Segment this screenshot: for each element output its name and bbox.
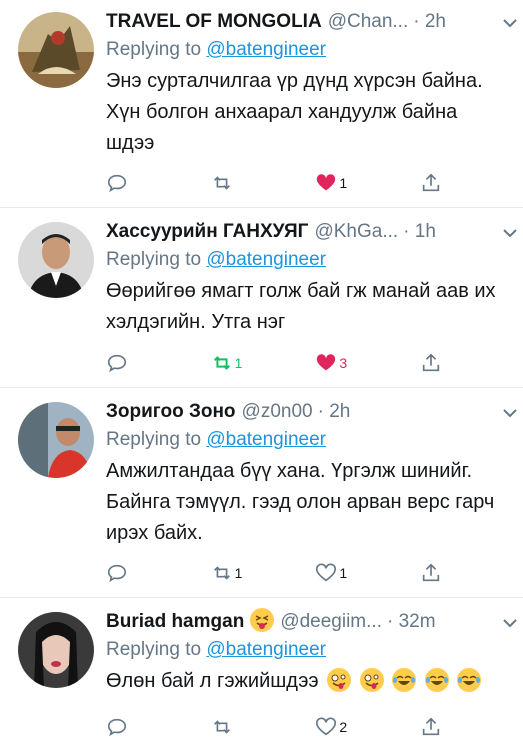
- share-button[interactable]: [420, 170, 446, 196]
- retweet-count: 1: [234, 355, 243, 371]
- share-icon: [422, 353, 440, 372]
- tweet-text-row: Өлөн бай л гэжийшдээ: [106, 666, 511, 697]
- timestamp[interactable]: · 2h: [413, 11, 446, 33]
- zany-face-emoji: [327, 667, 352, 692]
- tears-of-joy-emoji: [457, 667, 482, 692]
- reply-button[interactable]: [106, 170, 176, 196]
- replying-prefix: Replying to: [106, 429, 202, 450]
- replying-prefix: Replying to: [106, 639, 202, 660]
- squinting-tongue-emoji: [250, 608, 275, 632]
- share-icon: [422, 563, 440, 582]
- tweet-text: Амжилтандаа бүү хана. Үргэлж шинийг. Бай…: [106, 460, 495, 544]
- share-button[interactable]: [420, 714, 446, 740]
- avatar[interactable]: [18, 612, 94, 688]
- like-icon: [317, 354, 336, 371]
- chevron-down-icon[interactable]: [501, 614, 519, 632]
- tweet[interactable]: TRAVEL OF MONGOLIA @Chan... · 2h Replyin…: [0, 0, 523, 208]
- tweet-actions: 1: [106, 170, 446, 196]
- user-handle[interactable]: @deegiim...: [280, 611, 382, 633]
- avatar[interactable]: [18, 222, 94, 298]
- like-count: 3: [339, 355, 348, 371]
- replying-prefix: Replying to: [106, 39, 202, 60]
- reply-icon: [107, 354, 127, 373]
- tweet[interactable]: Хассуурийн ГАНХУЯГ @KhGa... · 1h Replyin…: [0, 208, 523, 388]
- retweet-button[interactable]: 1: [211, 560, 281, 586]
- tweet-actions: 1 1: [106, 560, 446, 586]
- display-name[interactable]: TRAVEL OF MONGOLIA: [106, 11, 322, 33]
- tweet-actions: 1 3: [106, 350, 446, 376]
- replying-to: Replying to @batengineer: [106, 38, 511, 62]
- replying-to: Replying to @batengineer: [106, 428, 511, 452]
- tweet[interactable]: Зоригоо Зоно @z0n00 · 2h Replying to @ba…: [0, 388, 523, 598]
- avatar[interactable]: [18, 402, 94, 478]
- reply-button[interactable]: [106, 350, 176, 376]
- retweet-icon: [213, 720, 230, 734]
- like-icon: [316, 717, 337, 736]
- reply-button[interactable]: [106, 560, 176, 586]
- share-button[interactable]: [420, 350, 446, 376]
- retweet-button[interactable]: [211, 714, 281, 740]
- like-count: 1: [339, 565, 348, 581]
- display-name[interactable]: Зоригоо Зоно: [106, 401, 236, 423]
- tweet-header: TRAVEL OF MONGOLIA @Chan... · 2h: [106, 8, 511, 36]
- mention-link[interactable]: @batengineer: [206, 639, 326, 660]
- like-icon: [317, 174, 336, 191]
- tweet-actions: 2: [106, 714, 446, 740]
- tweet-header: Зоригоо Зоно @z0n00 · 2h: [106, 398, 511, 426]
- retweet-icon: [213, 356, 230, 370]
- mention-link[interactable]: @batengineer: [206, 249, 326, 270]
- retweet-count: 1: [234, 565, 243, 581]
- like-count: 1: [339, 175, 348, 191]
- tears-of-joy-emoji: [392, 667, 417, 692]
- mention-link[interactable]: @batengineer: [206, 39, 326, 60]
- zany-face-emoji: [359, 667, 384, 692]
- display-name[interactable]: Buriad hamgan: [106, 611, 244, 633]
- like-button[interactable]: 1: [315, 560, 385, 586]
- chevron-down-icon[interactable]: [501, 14, 519, 32]
- replying-to: Replying to @batengineer: [106, 248, 511, 272]
- replying-to: Replying to @batengineer: [106, 638, 511, 662]
- reply-icon: [107, 718, 127, 737]
- like-button[interactable]: 3: [315, 350, 385, 376]
- user-handle[interactable]: @z0n00: [242, 401, 313, 423]
- chevron-down-icon[interactable]: [501, 224, 519, 242]
- share-button[interactable]: [420, 560, 446, 586]
- mention-link[interactable]: @batengineer: [206, 429, 326, 450]
- tweet-text: Өлөн бай л гэжийшдээ: [106, 670, 319, 692]
- retweet-button[interactable]: [211, 170, 281, 196]
- avatar[interactable]: [18, 12, 94, 88]
- like-icon: [316, 563, 337, 582]
- like-count: 2: [339, 719, 348, 735]
- reply-icon: [107, 564, 127, 583]
- tweet[interactable]: Buriad hamgan @deegiim... · 32m Replying…: [0, 598, 523, 747]
- reply-icon: [107, 174, 127, 193]
- timestamp[interactable]: · 32m: [387, 611, 436, 633]
- tweet-header: Хассуурийн ГАНХУЯГ @KhGa... · 1h: [106, 218, 511, 246]
- share-icon: [422, 717, 440, 736]
- retweet-button[interactable]: 1: [211, 350, 281, 376]
- user-handle[interactable]: @KhGa...: [314, 221, 398, 243]
- retweet-icon: [213, 176, 230, 190]
- tweet-header: Buriad hamgan @deegiim... · 32m: [106, 608, 511, 636]
- display-name[interactable]: Хассуурийн ГАНХУЯГ: [106, 221, 308, 243]
- like-button[interactable]: 1: [315, 170, 385, 196]
- retweet-icon: [213, 566, 230, 580]
- chevron-down-icon[interactable]: [501, 404, 519, 422]
- share-icon: [422, 173, 440, 192]
- tears-of-joy-emoji: [424, 667, 449, 692]
- reply-button[interactable]: [106, 714, 176, 740]
- user-handle[interactable]: @Chan...: [328, 11, 409, 33]
- tweet-text: Энэ сурталчилгаа үр дүнд хүрсэн байна. Х…: [106, 70, 483, 154]
- timestamp[interactable]: · 2h: [318, 401, 351, 423]
- like-button[interactable]: 2: [315, 714, 385, 740]
- replying-prefix: Replying to: [106, 249, 202, 270]
- timestamp[interactable]: · 1h: [403, 221, 436, 243]
- reply-feed: TRAVEL OF MONGOLIA @Chan... · 2h Replyin…: [0, 0, 523, 747]
- tweet-text: Өөрийгөө ямагт голж бай гж манай аав их …: [106, 280, 496, 333]
